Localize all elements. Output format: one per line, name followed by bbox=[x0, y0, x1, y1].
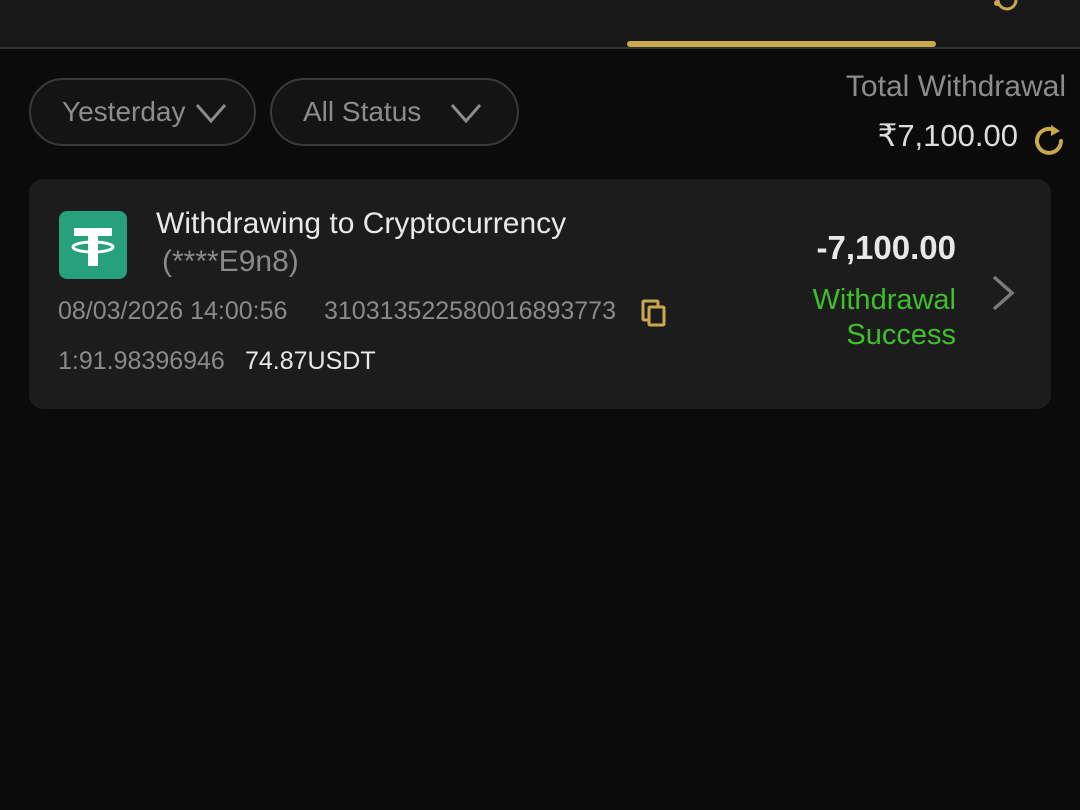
copy-icon[interactable] bbox=[641, 299, 667, 327]
order-id: 310313522580016893773 bbox=[324, 297, 616, 325]
active-tab-indicator bbox=[627, 41, 936, 47]
date-filter-label: Yesterday bbox=[62, 96, 186, 127]
user-icon[interactable] bbox=[990, 0, 1024, 12]
wallet-account: (****E9n8) bbox=[162, 245, 299, 278]
refresh-icon[interactable] bbox=[1030, 122, 1068, 160]
transaction-amount: -7,100.00 bbox=[816, 229, 956, 266]
usdt-amount: 74.87USDT bbox=[245, 347, 376, 375]
chevron-down-icon bbox=[450, 104, 482, 124]
total-withdrawal-label: Total Withdrawal bbox=[845, 70, 1066, 103]
date-filter-dropdown[interactable]: Yesterday bbox=[29, 78, 256, 146]
withdrawal-history-screen: Yesterday All Status Total Withdrawal ₹7… bbox=[0, 0, 1080, 810]
transaction-datetime: 08/03/2026 14:00:56 bbox=[58, 297, 288, 325]
usdt-tether-icon bbox=[59, 211, 127, 279]
exchange-rate: 1:91.98396946 bbox=[58, 347, 225, 375]
chevron-right-icon[interactable] bbox=[990, 273, 1016, 313]
status-filter-label: All Status bbox=[303, 96, 422, 127]
status-badge: Withdrawal Success bbox=[812, 284, 956, 351]
transaction-card[interactable]: Withdrawing to Cryptocurrency (****E9n8)… bbox=[29, 179, 1051, 409]
chevron-down-icon bbox=[195, 104, 227, 124]
total-withdrawal-amount: ₹7,100.00 bbox=[877, 118, 1018, 153]
transaction-title: Withdrawing to Cryptocurrency bbox=[156, 207, 567, 240]
status-filter-dropdown[interactable]: All Status bbox=[270, 78, 519, 146]
top-tab-bar bbox=[0, 0, 1080, 49]
